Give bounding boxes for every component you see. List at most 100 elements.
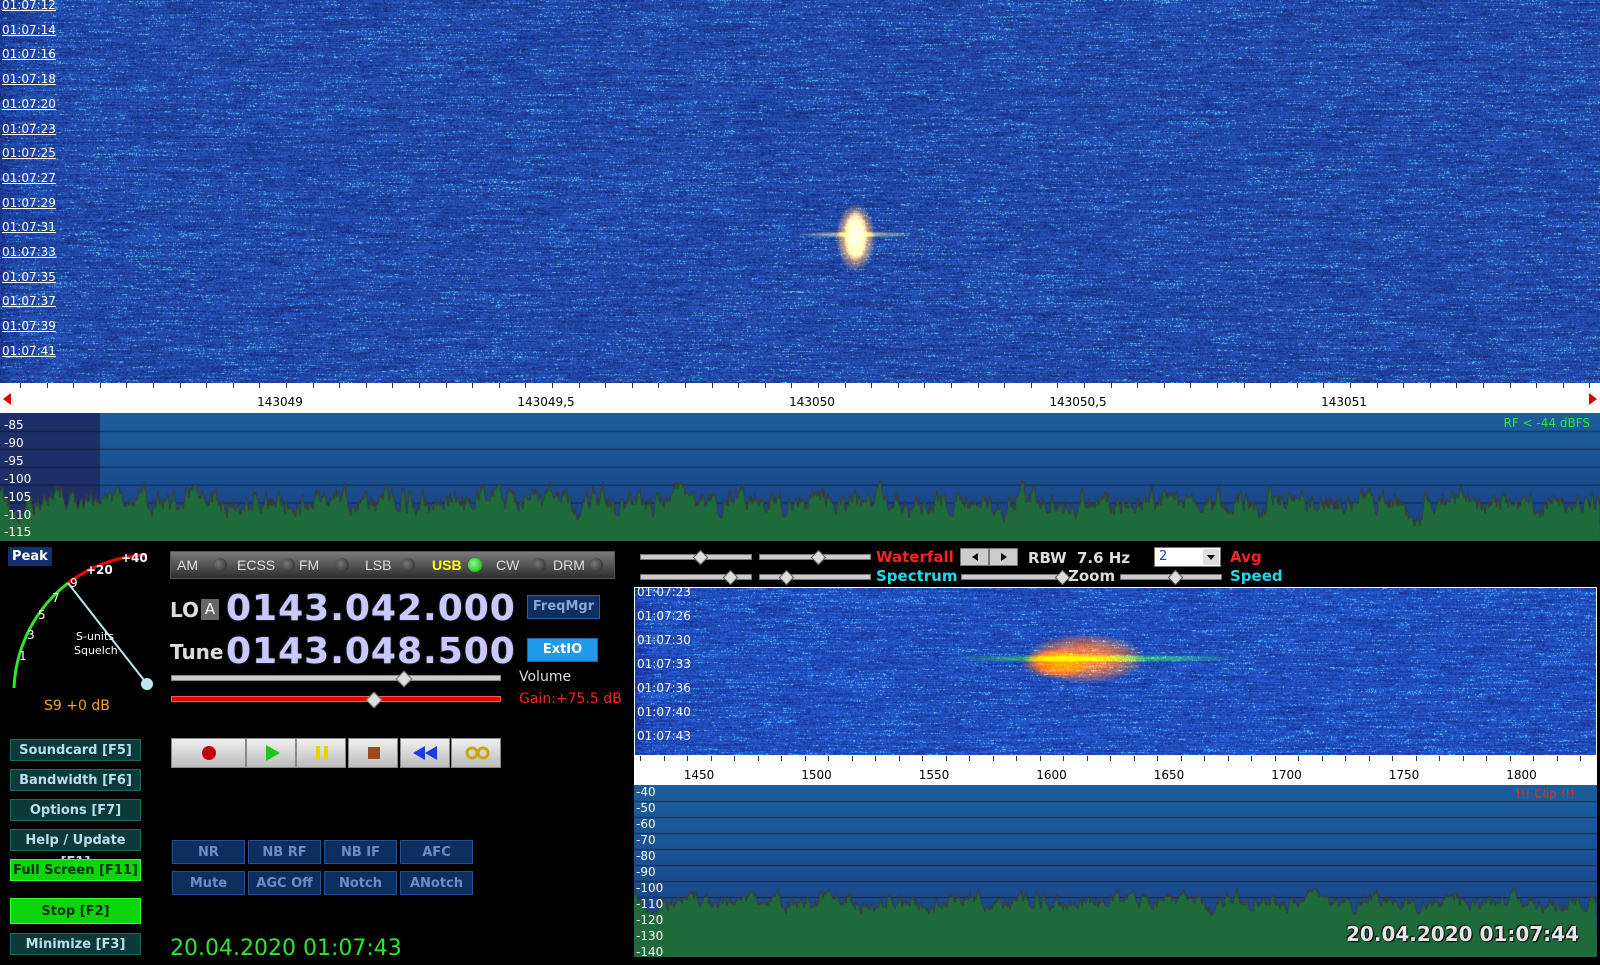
waterfall-label: Waterfall — [876, 548, 954, 566]
axis-tick — [1415, 756, 1417, 761]
pause-button[interactable] — [296, 738, 346, 768]
lo-frequency-display[interactable]: 0143.042.000 — [226, 588, 516, 629]
mode-button-usb[interactable]: USB — [432, 552, 494, 578]
axis-tick — [392, 383, 394, 388]
lo-label: LO — [170, 598, 200, 622]
fkey-button[interactable]: Soundcard [F5] — [10, 739, 141, 761]
dropdown-button[interactable] — [1203, 549, 1219, 565]
mode-button-ecss[interactable]: ECSS — [237, 552, 299, 578]
axis-tick — [1016, 756, 1017, 761]
axis-tick — [734, 756, 735, 761]
axis-tick — [179, 383, 181, 388]
s-meter-reading: S9 +0 dB — [44, 698, 110, 714]
s-scale-40: +40 — [121, 551, 148, 565]
db-label: -110 — [4, 507, 32, 522]
axis-tick — [791, 383, 793, 388]
rewind-button[interactable] — [400, 738, 450, 768]
db-label: -40 — [636, 785, 656, 799]
volume-slider[interactable] — [171, 675, 501, 681]
mode-indicator-icon — [213, 558, 227, 572]
dsp-button[interactable]: Mute — [172, 871, 245, 895]
scroll-right-icon[interactable] — [1589, 393, 1597, 405]
axis-tick — [658, 383, 660, 388]
spectrum-brightness-knob[interactable] — [778, 569, 795, 586]
avg-select[interactable]: 2 — [1154, 547, 1221, 567]
dsp-button[interactable]: ANotch — [400, 871, 473, 895]
db-label: -110 — [636, 897, 664, 911]
dsp-button[interactable]: Notch — [324, 871, 397, 895]
play-button[interactable] — [246, 738, 296, 768]
audio-frequency-axis[interactable]: 1450 1500 1550 1600 1650 1700 1750 1800 — [634, 756, 1597, 785]
tune-frequency-display[interactable]: 0143.048.500 — [226, 631, 516, 672]
main-waterfall[interactable]: 01:07:12 01:07:14 01:07:16 01:07:18 01:07:20… — [0, 0, 1600, 383]
dsp-button[interactable]: AGC Off — [248, 871, 321, 895]
dsp-button[interactable]: AFC — [400, 840, 473, 864]
spectrum-brightness-slider[interactable] — [759, 574, 871, 580]
waterfall-brightness-knob[interactable] — [810, 549, 827, 566]
axis-tick — [922, 756, 923, 761]
axis-tick — [924, 383, 926, 388]
axis-tick — [757, 756, 759, 761]
waterfall-contrast-knob[interactable] — [692, 549, 709, 566]
mode-indicator-icon — [335, 558, 349, 572]
mode-label: LSB — [365, 557, 392, 573]
dsp-button[interactable]: NR — [172, 840, 245, 864]
mode-label: DRM — [553, 557, 585, 573]
gain-slider[interactable] — [171, 696, 501, 702]
fkey-button[interactable]: Bandwidth [F6] — [10, 769, 141, 791]
mode-button-lsb[interactable]: LSB — [365, 552, 427, 578]
axis-tick — [153, 383, 154, 388]
scroll-left-icon[interactable] — [3, 393, 11, 405]
mode-button-drm[interactable]: DRM — [553, 552, 615, 578]
audio-frequency-label: 1450 — [683, 768, 715, 782]
axis-tick — [1086, 756, 1088, 761]
zoom-step-right-button[interactable] — [989, 548, 1018, 566]
fkey-button[interactable]: Options [F7] — [10, 799, 141, 821]
record-button[interactable] — [171, 738, 246, 768]
fkey-button[interactable]: Full Screen [F11] — [10, 859, 141, 881]
main-spectrum-canvas[interactable] — [0, 413, 1600, 541]
axis-tick — [286, 383, 287, 388]
freqmgr-button[interactable]: FreqMgr — [527, 595, 600, 619]
mode-button-fm[interactable]: FM — [299, 552, 361, 578]
axis-tick — [1217, 383, 1218, 388]
fkey-button[interactable]: Minimize [F3] — [10, 933, 141, 955]
axis-tick — [640, 756, 641, 761]
audio-waterfall[interactable]: 01:07:23 01:07:26 01:07:30 01:07:33 01:07:36… — [634, 585, 1597, 756]
loop-button[interactable] — [451, 738, 501, 768]
main-spectrum[interactable]: -85 -90 -95 -100 -105 -110 -115 RF < -44 dBFS — [0, 413, 1600, 541]
zoom-slider[interactable] — [961, 574, 1068, 580]
volume-slider-knob[interactable] — [395, 670, 413, 688]
spectrum-contrast-knob[interactable] — [722, 569, 739, 586]
audio-waterfall-canvas[interactable] — [635, 588, 1596, 755]
fkey-button[interactable]: Stop [F2] — [10, 898, 141, 924]
lo-vfo-a-box[interactable]: A — [201, 599, 219, 620]
mode-button-cw[interactable]: CW — [496, 552, 558, 578]
audio-spectrum[interactable]: !!! Clip !!! 20.04.2020 01:07:44 — [634, 785, 1597, 957]
stop-playback-button[interactable] — [348, 738, 398, 768]
axis-tick — [828, 756, 829, 761]
audio-frequency-label: 1650 — [1153, 768, 1185, 782]
axis-tick — [969, 756, 970, 761]
mode-button-am[interactable]: AM — [177, 552, 239, 578]
axis-tick — [605, 383, 607, 388]
axis-tick — [1137, 383, 1139, 388]
axis-tick — [875, 756, 876, 761]
axis-tick — [1057, 383, 1059, 388]
extio-button[interactable]: ExtIO — [527, 638, 598, 662]
dsp-button[interactable]: NB RF — [248, 840, 321, 864]
axis-tick — [1204, 756, 1205, 761]
time-label: 01:07:23 — [637, 585, 691, 599]
speed-slider-knob[interactable] — [1167, 569, 1184, 586]
gain-slider-knob[interactable] — [365, 691, 383, 709]
tune-label: Tune — [170, 640, 224, 664]
axis-tick — [945, 756, 947, 761]
main-waterfall-canvas[interactable] — [0, 0, 1600, 383]
frequency-axis[interactable]: 143049 143049,5 143050 143050,5 143051 — [0, 383, 1600, 413]
dsp-button[interactable]: NB IF — [324, 840, 397, 864]
fkey-button[interactable]: Help / Update [F1] — [10, 829, 141, 870]
s-scale-20: +20 — [86, 563, 113, 577]
peak-button[interactable]: Peak — [8, 547, 52, 566]
zoom-step-left-button[interactable] — [960, 548, 989, 566]
db-label: -90 — [4, 435, 24, 450]
